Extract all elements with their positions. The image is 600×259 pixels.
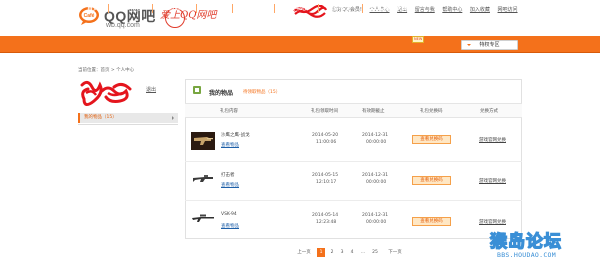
- nav-item-privilege[interactable]: 特权中心: [277, 0, 313, 17]
- new-badge: NEW: [412, 36, 425, 43]
- redeem-method-link[interactable]: 游戏官网兑换: [479, 137, 506, 143]
- avatar-redaction: [80, 80, 132, 106]
- redeem-method-link[interactable]: 游戏官网兑换: [479, 178, 506, 184]
- breadcrumb: 当前位置：首页 > 个人中心: [78, 68, 135, 73]
- nav-divider: [108, 4, 109, 13]
- redeem-method-link[interactable]: 游戏官网兑换: [479, 219, 506, 225]
- nav-item-community[interactable]: 网吧社区: [234, 0, 270, 17]
- nav-item-tasks[interactable]: 任务专区: [321, 0, 357, 17]
- help-link[interactable]: 帮助中心: [442, 7, 462, 13]
- nav-divider: [318, 4, 319, 13]
- expiry-date: 2014-12-31: [362, 213, 389, 218]
- sidebar-divider: [78, 124, 178, 125]
- nav-item-gifts[interactable]: 新浪礼包: [110, 0, 150, 17]
- view-item-link[interactable]: 查看物品: [221, 142, 239, 148]
- rifle-icon: [193, 175, 213, 182]
- item-name: 沙鹰之鹰-战戈: [221, 133, 250, 138]
- view-code-button[interactable]: 查看兑换码: [412, 176, 451, 185]
- sidebar-logout-link[interactable]: 退出: [146, 86, 156, 93]
- pagination-next[interactable]: 下一页: [386, 248, 404, 257]
- nav-divider: [196, 4, 197, 13]
- watermark-url: BBS.HOUDAO.COM: [497, 251, 556, 259]
- panel-title: 我的物品: [209, 90, 234, 97]
- pagination-page[interactable]: 3: [339, 248, 345, 257]
- svg-text:猴岛论坛: 猴岛论坛: [490, 231, 562, 250]
- nav-divider: [274, 4, 275, 13]
- received-time: 12:23:48: [316, 220, 337, 225]
- view-item-link[interactable]: 查看物品: [221, 182, 239, 188]
- nav-divider: [362, 4, 363, 13]
- row-divider: [185, 200, 522, 201]
- visit-link[interactable]: 网吧访问: [498, 7, 518, 13]
- nav-divider: [152, 4, 153, 13]
- column-header-received: 礼包领取时间: [311, 109, 338, 114]
- sidebar-item-my-items[interactable]: 我的物品（15）: [78, 113, 178, 123]
- expiry-time: 00:00:00: [366, 140, 387, 145]
- favorite-link[interactable]: 加入收藏: [470, 7, 490, 13]
- bag-icon-inner: [195, 88, 199, 92]
- pagination-page-current[interactable]: 1: [317, 248, 325, 257]
- sniper-icon: [192, 214, 214, 222]
- row-divider: [185, 161, 522, 162]
- column-header-method: 兑换方式: [480, 109, 498, 114]
- nav-item-home[interactable]: 首页: [78, 0, 108, 17]
- pagination-page[interactable]: 4: [349, 248, 355, 257]
- watermark-logo: 猴岛论坛: [489, 230, 562, 250]
- received-date: 2014-05-14: [312, 213, 339, 218]
- column-header-expiry: 有效期截止: [362, 109, 385, 114]
- expiry-time: 00:00:00: [366, 180, 387, 185]
- top-links: 您好QQ会员! 个人中心 退出 留言与我 帮助中心 加入收藏 网吧访问: [332, 6, 524, 13]
- pagination-page[interactable]: 2: [329, 248, 335, 257]
- message-link[interactable]: 留言与我: [415, 7, 435, 13]
- item-name: 打击者: [221, 173, 235, 178]
- pending-items-count[interactable]: 待领取物品（15）: [243, 89, 280, 95]
- expiry-date: 2014-12-31: [362, 133, 389, 138]
- received-time: 11:00:06: [316, 140, 337, 145]
- chevron-right-icon: [172, 116, 174, 120]
- nav-item-mall[interactable]: 逛客城: [198, 0, 228, 17]
- received-date: 2014-05-20: [312, 133, 339, 138]
- received-date: 2014-05-15: [312, 173, 339, 178]
- nav-item-events[interactable]: 精彩活动: [154, 0, 194, 17]
- expiry-time: 00:00:00: [366, 220, 387, 225]
- pagination-prev[interactable]: 上一页: [296, 248, 312, 257]
- pagination-ellipsis: ...: [360, 250, 366, 255]
- panel-header: [185, 79, 522, 104]
- view-item-link[interactable]: 查看物品: [221, 223, 239, 229]
- item-name: VSK-94: [221, 212, 237, 217]
- logo-domain: wb.qq.com: [106, 22, 140, 29]
- expiry-date: 2014-12-31: [362, 173, 389, 178]
- column-header-code: 礼包兑换码: [420, 109, 443, 114]
- nav-item-lol[interactable]: LOL网吧联赛: [364, 0, 414, 17]
- pagination-last-page[interactable]: 25: [371, 248, 379, 257]
- received-time: 12:10:17: [316, 180, 337, 185]
- view-code-button[interactable]: 查看兑换码: [412, 135, 451, 144]
- nav-divider: [232, 4, 233, 13]
- column-header-content: 礼包内容: [220, 109, 238, 114]
- view-code-button[interactable]: 查看兑换码: [412, 217, 451, 226]
- caret-down-icon: [467, 44, 471, 46]
- weapon-icon: [191, 132, 215, 150]
